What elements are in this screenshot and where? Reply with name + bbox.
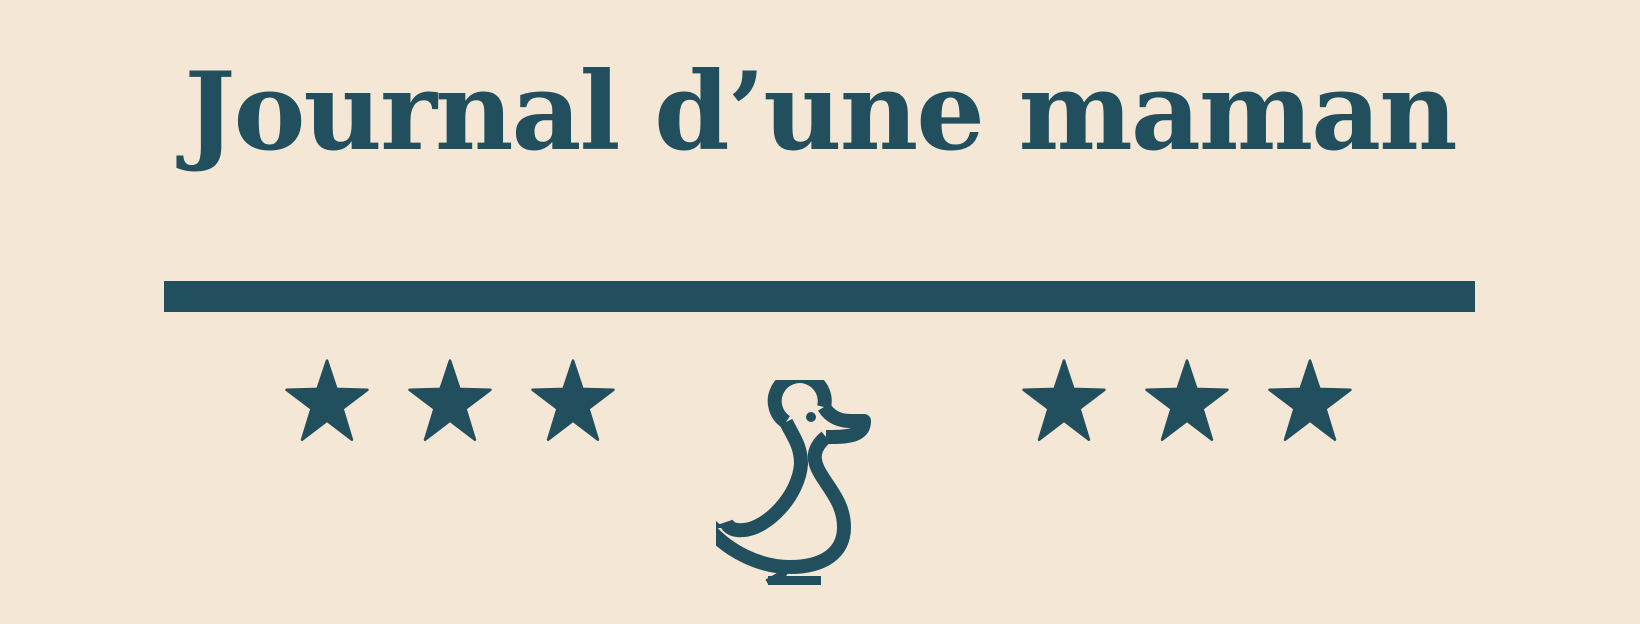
star-icon <box>407 358 493 444</box>
duck-icon <box>716 380 916 585</box>
divider-bar <box>164 281 1475 312</box>
star-icon <box>1267 358 1353 444</box>
star-icon <box>530 358 616 444</box>
page-title: Journal d’une maman <box>184 49 1457 175</box>
star-icon <box>284 358 370 444</box>
star-icon <box>1144 358 1230 444</box>
star-icon <box>1021 358 1107 444</box>
